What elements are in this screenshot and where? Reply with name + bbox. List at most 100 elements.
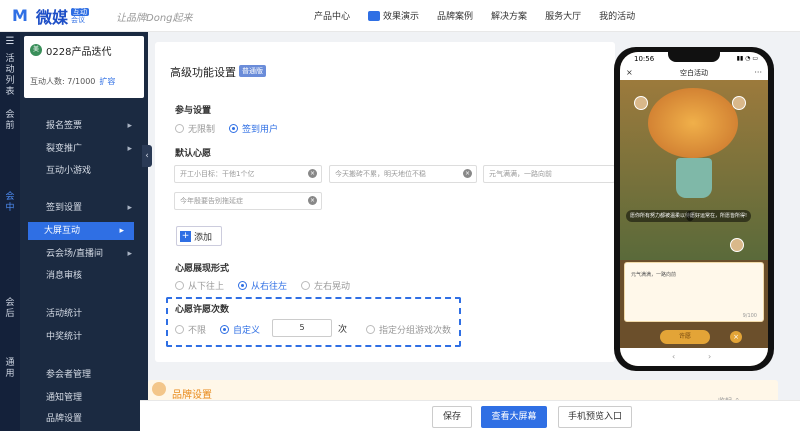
sidebar-item-label: 云会场/直播间 [46,249,104,259]
strip-before: 会前 [5,110,15,131]
brand-settings-title: 品牌设置 [172,390,212,401]
nav-product-center[interactable]: 产品中心 [314,9,350,22]
phone-preview-button[interactable]: 手机预览入口 [558,406,632,428]
display-form-label: 心愿展现形式 [175,264,230,274]
logo-tag-top: 互动 [71,8,90,16]
radio-no-limit[interactable]: 不限 [175,323,206,336]
phone-browser-footer [620,348,768,366]
brand-slogan: 让品牌Dong起来 [116,13,193,24]
nav-solutions[interactable]: 解决方案 [491,9,527,22]
strip-during: 会中 [5,192,15,213]
sidebar-item-winning-stats[interactable]: 中奖统计 [30,328,142,346]
view-screen-button[interactable]: 查看大屏幕 [481,406,547,428]
sidebar-item-attendee-management[interactable]: 参会者管理 [30,366,142,384]
participation-radio-group: 无限制 签到用户 [175,122,292,135]
phone-header: × 空白活动 ··· [620,66,768,80]
chevron-right-icon: ▸ [127,121,132,131]
edition-badge: 普通版 [239,65,266,77]
radio-checked-icon [229,124,239,133]
wish-card-counter: 9/100 [742,313,757,319]
more-icon[interactable]: ··· [754,66,762,80]
logo-tag-bottom: 会议 [71,16,86,24]
chevron-right-icon: ▸ [127,144,132,154]
radio-label: 不限 [188,326,207,336]
display-form-radio-group: 从下往上 从右往左 左右晃动 [175,279,364,292]
expand-link[interactable]: 扩容 [99,77,115,86]
sidebar-item-label: 签到设置 [46,203,83,213]
sidebar-item-brand-settings[interactable]: 品牌设置 [30,410,142,428]
radio-checked-in-users[interactable]: 签到用户 [229,122,278,135]
nav-brand-cases[interactable]: 品牌案例 [437,9,473,22]
sidebar-item-label: 报名签票 [46,121,83,131]
wish-count-input[interactable]: 5 [272,319,332,337]
phone-header-title: 空白活动 [680,69,708,77]
activity-card: 美 0228产品迭代 互动人数: 7/1000 扩容 [24,36,144,98]
radio-sway[interactable]: 左右晃动 [301,279,350,292]
radio-circle-icon [366,325,375,334]
radio-custom[interactable]: 自定义 [220,323,260,336]
radio-label: 从下往上 [188,282,225,292]
forward-icon[interactable]: › [708,352,711,361]
sidebar-collapse-icon[interactable]: ‹ [142,145,152,167]
wish-count-unit: 次 [338,325,348,335]
sidebar-item-cloud-venue[interactable]: 云会场/直播间 ▸ [30,245,142,263]
wish-card-text: 元气满满，一路向前 [631,272,677,278]
activity-avatar: 美 [30,44,42,56]
sidebar-item-message-review[interactable]: 消息审核 [30,267,142,285]
wish-vase-illustration [676,158,712,198]
clear-icon[interactable]: × [308,169,317,178]
radio-label: 指定分组游戏次数 [379,326,452,336]
sidebar-item-activity-stats[interactable]: 活动统计 [30,305,142,323]
add-wish-button[interactable]: + 添加 [176,226,222,246]
wish-input-card[interactable]: 元气满满，一路向前 9/100 [624,262,764,322]
save-button[interactable]: 保存 [432,406,472,428]
wish-input-4[interactable]: 今年殷要告别拖延症 × [174,192,322,210]
radio-unlimited[interactable]: 无限制 [175,122,215,135]
sidebar-item-mini-games[interactable]: 互动小游戏 [30,162,142,180]
sidebar-item-promotion[interactable]: 裂变推广 ▸ [30,140,142,158]
make-wish-button[interactable]: 许愿 [660,330,710,344]
nav-service-hall[interactable]: 服务大厅 [545,9,581,22]
clear-icon[interactable]: × [308,196,317,205]
radio-checked-icon [220,325,230,334]
brand-logo[interactable]: M 微媒 互动 会议 [12,4,90,28]
sidebar-item-screen-interaction[interactable]: 大屏互动 ▸ [28,222,134,240]
avatar [730,238,744,252]
wish-input-3[interactable]: 元气满满，一路向前 [483,165,615,183]
wish-bubble: 愿你所有努力都被温柔以待 [626,210,695,222]
wish-input-value: 今天搬砖不累，明天地位不稳 [335,170,426,178]
activity-count-label: 互动人数: 7/1000 [30,77,96,86]
wish-tree-illustration [648,88,738,158]
logo-badge: 互动 会议 [71,8,90,24]
chevron-right-icon: ▸ [127,249,132,259]
radio-right-to-left[interactable]: 从右往左 [238,279,287,292]
sidebar-item-notification-management[interactable]: 通知管理 [30,389,142,407]
radio-circle-icon [301,281,311,290]
sidebar-item-checkin[interactable]: 签到设置 ▸ [30,199,142,217]
strip-activity-list[interactable]: 活动列表 [3,54,17,98]
phone-status-bar: 10:56 ▮▮ ◔ ▭ [620,52,768,66]
add-wish-label: 添加 [194,232,213,243]
nav-demo-label: 效果演示 [383,12,420,22]
wish-input-value: 今年殷要告别拖延症 [180,197,243,205]
close-icon[interactable]: × [626,66,633,80]
nav-my-activities[interactable]: 我的活动 [599,9,635,22]
radio-circle-icon [175,325,184,334]
cancel-icon[interactable]: × [730,331,742,343]
radio-bottom-to-top[interactable]: 从下往上 [175,279,224,292]
wish-input-2[interactable]: 今天搬砖不累，明天地位不稳 × [329,165,477,183]
menu-icon[interactable]: ☰ [3,36,17,48]
sidebar-item-registration[interactable]: 报名签票 ▸ [30,117,142,135]
radio-group-game-count[interactable]: 指定分组游戏次数 [366,323,451,336]
participation-label: 参与设置 [175,106,212,116]
plus-icon: + [180,230,191,242]
nav-menu: 产品中心 效果演示 品牌案例 解决方案 服务大厅 我的活动 [314,9,653,22]
wish-input-1[interactable]: 开工小目标：干他1个亿 × [174,165,322,183]
back-icon[interactable]: ‹ [672,352,675,361]
activity-count: 互动人数: 7/1000 扩容 [30,76,115,87]
sidebar-item-label: 互动小游戏 [46,166,92,176]
clear-icon[interactable]: × [463,169,472,178]
wish-input-value: 元气满满，一路向前 [489,170,552,178]
nav-demo[interactable]: 效果演示 [368,9,419,22]
radio-label: 从右往左 [251,282,288,292]
